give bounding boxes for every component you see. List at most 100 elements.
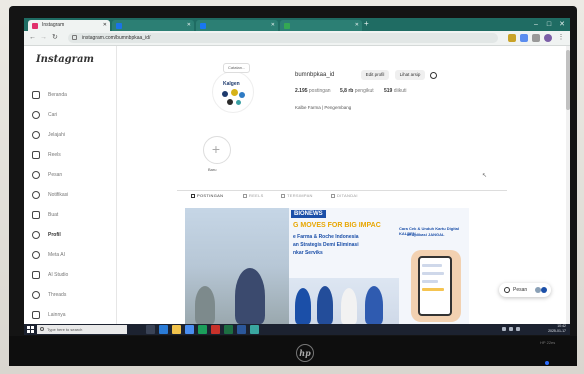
profile-avatar-icon[interactable] (544, 34, 552, 42)
settings-gear-icon[interactable] (430, 72, 437, 79)
avatar[interactable]: Kalgen (212, 71, 254, 113)
close-tab-icon[interactable]: ✕ (355, 20, 359, 31)
extensions-puzzle-icon[interactable] (532, 34, 540, 42)
tab-2[interactable]: ✕ (112, 20, 194, 31)
close-tab-icon[interactable]: ✕ (103, 20, 107, 31)
app-icon[interactable] (250, 325, 259, 334)
avatar-dot (231, 89, 238, 96)
search-icon (40, 327, 44, 331)
sidebar-item-label: Lainnya (48, 312, 66, 318)
network-icon[interactable] (509, 327, 513, 331)
view-archive-button[interactable]: Lihat arsip (395, 70, 425, 80)
arrow-right-icon[interactable]: → (40, 33, 47, 43)
phone-ui-line (422, 272, 444, 275)
phone-ui-line (422, 288, 444, 291)
address-text: instagram.com/bumnbpkaa_id/ (82, 35, 151, 41)
tabs-divider (177, 190, 507, 191)
chrome-icon[interactable] (198, 325, 207, 334)
tab-tagged[interactable]: DITANDAI (331, 193, 358, 198)
tab-instagram[interactable]: Instagram ✕ (28, 20, 110, 31)
word-icon[interactable] (237, 325, 246, 334)
arrow-left-icon[interactable]: ← (29, 33, 36, 43)
post-line: nkar Serviks (293, 250, 323, 256)
sidebar-item-label: Meta AI (48, 252, 65, 258)
sidebar-item-label: Reels (48, 152, 61, 158)
sidebar-item-more[interactable]: Lainnya (32, 308, 110, 322)
compass-icon (32, 131, 40, 139)
avatar-dot (227, 99, 233, 105)
sidebar-item-reels[interactable]: Reels (32, 148, 110, 162)
instagram-logo[interactable]: Instagram (36, 54, 94, 65)
stat-followers[interactable]: 5,8 rb pengikut (340, 88, 374, 94)
excel-icon[interactable] (224, 325, 233, 334)
extension-icon[interactable] (520, 34, 528, 42)
sidebar-item-explore[interactable]: Jelajahi (32, 128, 110, 142)
mouse-cursor-icon: ↖ (482, 173, 488, 179)
close-window-button[interactable]: ✕ (556, 18, 568, 31)
address-bar[interactable]: instagram.com/bumnbpkaa_id/ (68, 33, 498, 43)
bookmark-icon (281, 194, 285, 198)
tray-chevron-icon[interactable] (502, 327, 506, 331)
sidebar-item-home[interactable]: Beranda (32, 88, 110, 102)
taskbar-clock[interactable]: 10:42 2025-01-17 (548, 324, 566, 334)
instagram-page: Instagram Beranda Cari Jelajahi Reels Pe… (24, 46, 570, 324)
plus-square-icon (32, 211, 40, 219)
browser-toolbar: ← → ↻ instagram.com/bumnbpkaa_id/ ⋮ (24, 31, 570, 46)
tab-saved[interactable]: TERSIMPAN (281, 193, 313, 198)
close-tab-icon[interactable]: ✕ (187, 20, 191, 31)
avatar-dot (236, 100, 241, 105)
extension-icon[interactable] (508, 34, 516, 42)
sidebar-item-meta-ai[interactable]: Meta AI (32, 248, 110, 262)
maximize-button[interactable]: □ (543, 18, 555, 31)
tab-reels[interactable]: REELS (243, 193, 264, 198)
sidebar-item-label: Threads (48, 292, 67, 298)
stat-following[interactable]: 519 diikuti (384, 88, 407, 94)
file-explorer-icon[interactable] (172, 325, 181, 334)
windows-start-icon[interactable] (27, 326, 34, 333)
browser-menu-icon[interactable]: ⋮ (557, 34, 565, 42)
post-line: an Strategis Demi Eliminasi (293, 242, 359, 248)
sidebar-item-profile[interactable]: Profil (32, 228, 110, 242)
minimize-button[interactable]: – (530, 18, 542, 31)
instagram-favicon-icon (32, 23, 38, 29)
messages-floating-button[interactable]: Pesan (499, 283, 551, 297)
reels-icon (32, 151, 40, 159)
sidebar-item-label: Pesan (48, 172, 63, 178)
new-tab-button[interactable]: + (364, 19, 369, 28)
screen: Instagram ✕ ✕ ✕ ✕ + – □ ✕ ← → ↻ instagra… (24, 18, 570, 335)
tab-4[interactable]: ✕ (280, 20, 362, 31)
sidebar-item-ai-studio[interactable]: AI Studio (32, 268, 110, 282)
sidebar-item-search[interactable]: Cari (32, 108, 110, 122)
tab-favicon-icon (284, 23, 290, 29)
reload-icon[interactable]: ↻ (52, 33, 58, 43)
profile-icon (32, 231, 40, 239)
sidebar-item-threads[interactable]: Threads (32, 288, 110, 302)
volume-icon[interactable] (516, 327, 520, 331)
sidebar-item-messages[interactable]: Pesan (32, 168, 110, 182)
sidebar-item-create[interactable]: Buat (32, 208, 110, 222)
sidebar-item-notifications[interactable]: Notifikasi (32, 188, 110, 202)
tab-posts[interactable]: POSTINGAN (191, 193, 223, 198)
site-info-icon[interactable] (72, 35, 77, 40)
tab-favicon-icon (116, 23, 122, 29)
scrollbar-thumb[interactable] (566, 50, 570, 110)
messenger-icon (32, 171, 40, 179)
edge-icon[interactable] (159, 325, 168, 334)
post-headline: G MOVES FOR BIG IMPAC (293, 222, 381, 229)
profile-note[interactable]: Catatan... (223, 63, 251, 73)
sidebar-item-label: Profil (48, 232, 61, 238)
phone-ui-line (422, 264, 442, 267)
stat-label: diikuti (393, 88, 407, 94)
store-icon[interactable] (185, 325, 194, 334)
post-thumbnail[interactable]: BIONEWS G MOVES FOR BIG IMPAC e Farma & … (185, 208, 469, 324)
edit-profile-button[interactable]: Edit profil (361, 70, 389, 80)
tab-3[interactable]: ✕ (196, 20, 278, 31)
acrobat-icon[interactable] (211, 325, 220, 334)
heart-icon (32, 191, 40, 199)
taskbar-search-input[interactable]: Type here to search (37, 325, 127, 334)
task-view-icon[interactable] (146, 325, 155, 334)
avatar-dot (239, 92, 245, 98)
stat-value: 5,8 rb (340, 88, 354, 94)
tab-favicon-icon (200, 23, 206, 29)
close-tab-icon[interactable]: ✕ (271, 20, 275, 31)
